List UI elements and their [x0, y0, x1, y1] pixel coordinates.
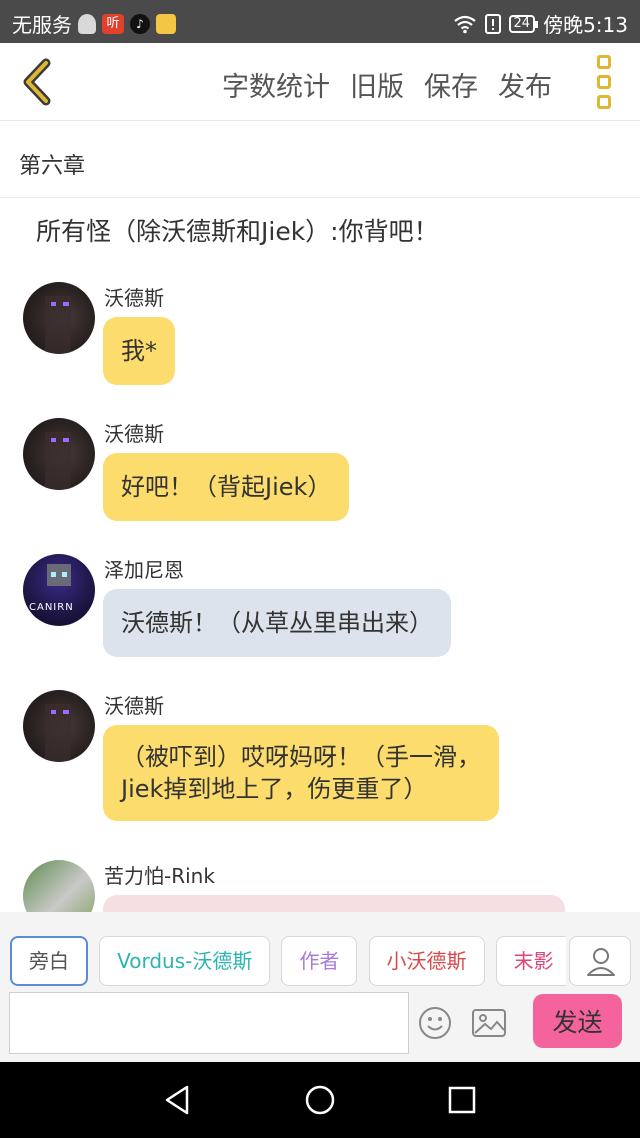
- message-line: （被吓到）哎呀妈呀！（手一滑，: [121, 743, 481, 771]
- listen-app-icon: 听: [102, 13, 124, 34]
- old-version-button[interactable]: 旧版: [350, 65, 404, 104]
- message-bubble[interactable]: （被吓到）哎呀妈呀！（手一滑， Jiek掉到地上了，伤更重了）: [103, 725, 499, 821]
- user-icon: [587, 948, 615, 976]
- nav-back-icon[interactable]: [161, 1084, 193, 1116]
- wifi-icon: [453, 15, 476, 33]
- avatar[interactable]: [23, 418, 95, 490]
- avatar[interactable]: CANIRN: [23, 554, 95, 626]
- role-chip-author[interactable]: 作者: [281, 936, 358, 986]
- battery-indicator: 24: [508, 14, 538, 33]
- system-nav-bar: [0, 1062, 640, 1138]
- speaker-name: 沃德斯: [104, 286, 164, 310]
- speaker-name: 苦力怕-Rink: [104, 864, 215, 888]
- send-button[interactable]: 发送: [533, 994, 622, 1048]
- editor-header: 字数统计 旧版 保存 发布: [0, 43, 640, 121]
- avatar-text: CANIRN: [29, 602, 74, 613]
- publish-button[interactable]: 发布: [498, 65, 552, 104]
- word-count-button[interactable]: 字数统计: [222, 65, 330, 104]
- nav-home-icon[interactable]: [304, 1084, 336, 1116]
- chevron-left-icon: [23, 58, 51, 106]
- avatar[interactable]: [23, 690, 95, 762]
- chapter-title[interactable]: 第六章: [0, 122, 640, 198]
- message-bubble[interactable]: 我*: [103, 317, 175, 385]
- status-bar: 无服务 听 ♪ 24 傍晚5:13: [0, 0, 640, 43]
- back-button[interactable]: [14, 55, 62, 109]
- avatar[interactable]: [23, 282, 95, 354]
- more-dot-icon: [597, 95, 611, 109]
- role-selector: 旁白 Vordus-沃德斯 作者 小沃德斯 末影: [10, 936, 566, 986]
- role-chip-ender[interactable]: 末影: [495, 936, 566, 986]
- sim-alert-icon: [484, 13, 501, 34]
- role-chip-vordus[interactable]: Vordus-沃德斯: [99, 936, 271, 986]
- message-bubble[interactable]: 沃德斯！（从草丛里串出来）: [103, 589, 451, 657]
- message-input[interactable]: [9, 992, 409, 1054]
- image-icon[interactable]: [471, 1007, 507, 1039]
- save-button[interactable]: 保存: [424, 65, 478, 104]
- narration-text[interactable]: 所有怪（除沃德斯和Jiek）:你背吧！: [36, 212, 439, 248]
- character-manage-button[interactable]: [569, 936, 631, 986]
- more-dot-icon: [597, 75, 611, 89]
- speaker-name: 泽加尼恩: [104, 558, 184, 582]
- editor-screen: 无服务 听 ♪ 24 傍晚5:13 字数统计 旧版 保存 发布 第六章 所有怪（…: [0, 0, 640, 1138]
- role-chip-narrator[interactable]: 旁白: [10, 936, 88, 986]
- message-bubble[interactable]: 好吧！（背起Jiek）: [103, 453, 350, 521]
- speaker-name: 沃德斯: [104, 422, 164, 446]
- carrier-text: 无服务: [12, 13, 72, 37]
- chapter-title-text: 第六章: [19, 154, 86, 179]
- emoji-icon[interactable]: [418, 1006, 452, 1040]
- person-icon: [78, 13, 96, 34]
- more-menu-button[interactable]: [588, 55, 620, 109]
- clock-text: 傍晚5:13: [543, 13, 628, 37]
- emoji-app-icon: [156, 13, 176, 34]
- more-dot-icon: [597, 55, 611, 69]
- speaker-name: 沃德斯: [104, 694, 164, 718]
- role-chip-little-vordus[interactable]: 小沃德斯: [368, 936, 485, 986]
- tiktok-icon: ♪: [130, 13, 150, 34]
- nav-recents-icon[interactable]: [446, 1084, 478, 1116]
- composer-bar: 旁白 Vordus-沃德斯 作者 小沃德斯 末影 发送: [0, 912, 640, 1062]
- message-line: Jiek掉到地上了，伤更重了）: [121, 775, 428, 803]
